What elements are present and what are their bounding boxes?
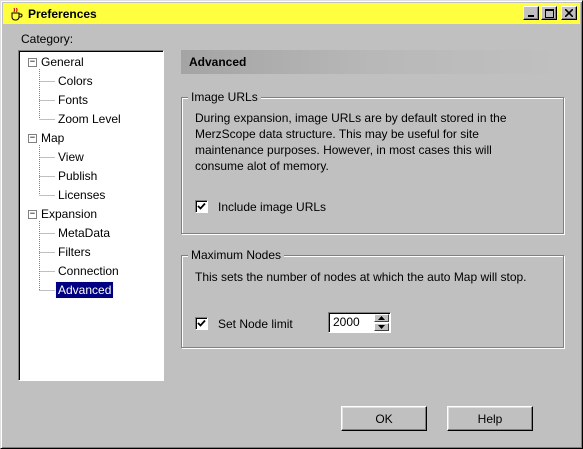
preferences-window: Preferences Category: − General Colors F…	[0, 0, 583, 449]
category-tree[interactable]: − General Colors Fonts Zoom Level − Map …	[18, 50, 164, 381]
java-cup-icon	[8, 6, 24, 22]
collapse-icon[interactable]: −	[28, 58, 37, 67]
maximum-nodes-group: Maximum Nodes This sets the number of no…	[181, 248, 564, 348]
include-image-urls-label[interactable]: Include image URLs	[218, 200, 326, 214]
maximize-icon	[544, 8, 554, 18]
category-label: Category:	[21, 32, 74, 46]
spinner-down-button[interactable]	[374, 323, 389, 331]
tree-node-general[interactable]: General	[39, 54, 86, 70]
tree-node-view[interactable]: View	[56, 149, 86, 165]
image-urls-description-line-4: consume alot of memory.	[195, 159, 329, 173]
arrow-down-icon	[378, 325, 385, 329]
tree-node-metadata[interactable]: MetaData	[56, 225, 112, 241]
image-urls-description-line-2: MerzScope data structure. This may be us…	[195, 127, 479, 141]
tree-node-connection[interactable]: Connection	[56, 263, 121, 279]
collapse-icon[interactable]: −	[28, 210, 37, 219]
collapse-icon[interactable]: −	[28, 134, 37, 143]
window-title: Preferences	[28, 6, 97, 21]
image-urls-group: Image URLs During expansion, image URLs …	[181, 90, 564, 234]
checkmark-icon	[197, 319, 206, 327]
image-urls-description-line-1: During expansion, image URLs are by defa…	[195, 111, 507, 125]
tree-node-fonts[interactable]: Fonts	[56, 92, 90, 108]
tree-node-publish[interactable]: Publish	[56, 168, 99, 184]
node-limit-value[interactable]: 2000	[333, 315, 360, 329]
tree-node-filters[interactable]: Filters	[56, 244, 93, 260]
image-urls-description-line-3: maintenance purposes. However, in most c…	[195, 143, 492, 157]
tree-node-advanced[interactable]: Advanced	[54, 281, 115, 299]
section-header: Advanced	[181, 50, 564, 74]
tree-node-zoom-level[interactable]: Zoom Level	[56, 111, 123, 127]
maximum-nodes-description: This sets the number of nodes at which t…	[195, 270, 527, 284]
title-bar[interactable]: Preferences	[3, 3, 580, 24]
help-button[interactable]: Help	[447, 406, 533, 431]
set-node-limit-checkbox[interactable]	[195, 317, 208, 330]
minimize-icon	[528, 15, 534, 17]
image-urls-group-title: Image URLs	[188, 90, 261, 104]
tree-node-licenses[interactable]: Licenses	[56, 187, 107, 203]
tree-node-map[interactable]: Map	[39, 130, 66, 146]
node-limit-spinner[interactable]: 2000	[328, 312, 391, 333]
include-image-urls-checkbox[interactable]	[195, 200, 208, 213]
checkmark-icon	[197, 202, 206, 210]
close-button[interactable]	[561, 6, 577, 20]
maximum-nodes-group-title: Maximum Nodes	[188, 248, 285, 262]
maximize-button[interactable]	[541, 6, 557, 20]
tree-node-colors[interactable]: Colors	[56, 73, 95, 89]
tree-node-expansion[interactable]: Expansion	[39, 206, 99, 222]
minimize-button[interactable]	[523, 6, 539, 20]
close-icon	[565, 9, 573, 17]
spinner-up-button[interactable]	[374, 314, 389, 322]
ok-button[interactable]: OK	[341, 406, 427, 431]
arrow-up-icon	[378, 316, 385, 320]
set-node-limit-label[interactable]: Set Node limit	[218, 317, 293, 331]
